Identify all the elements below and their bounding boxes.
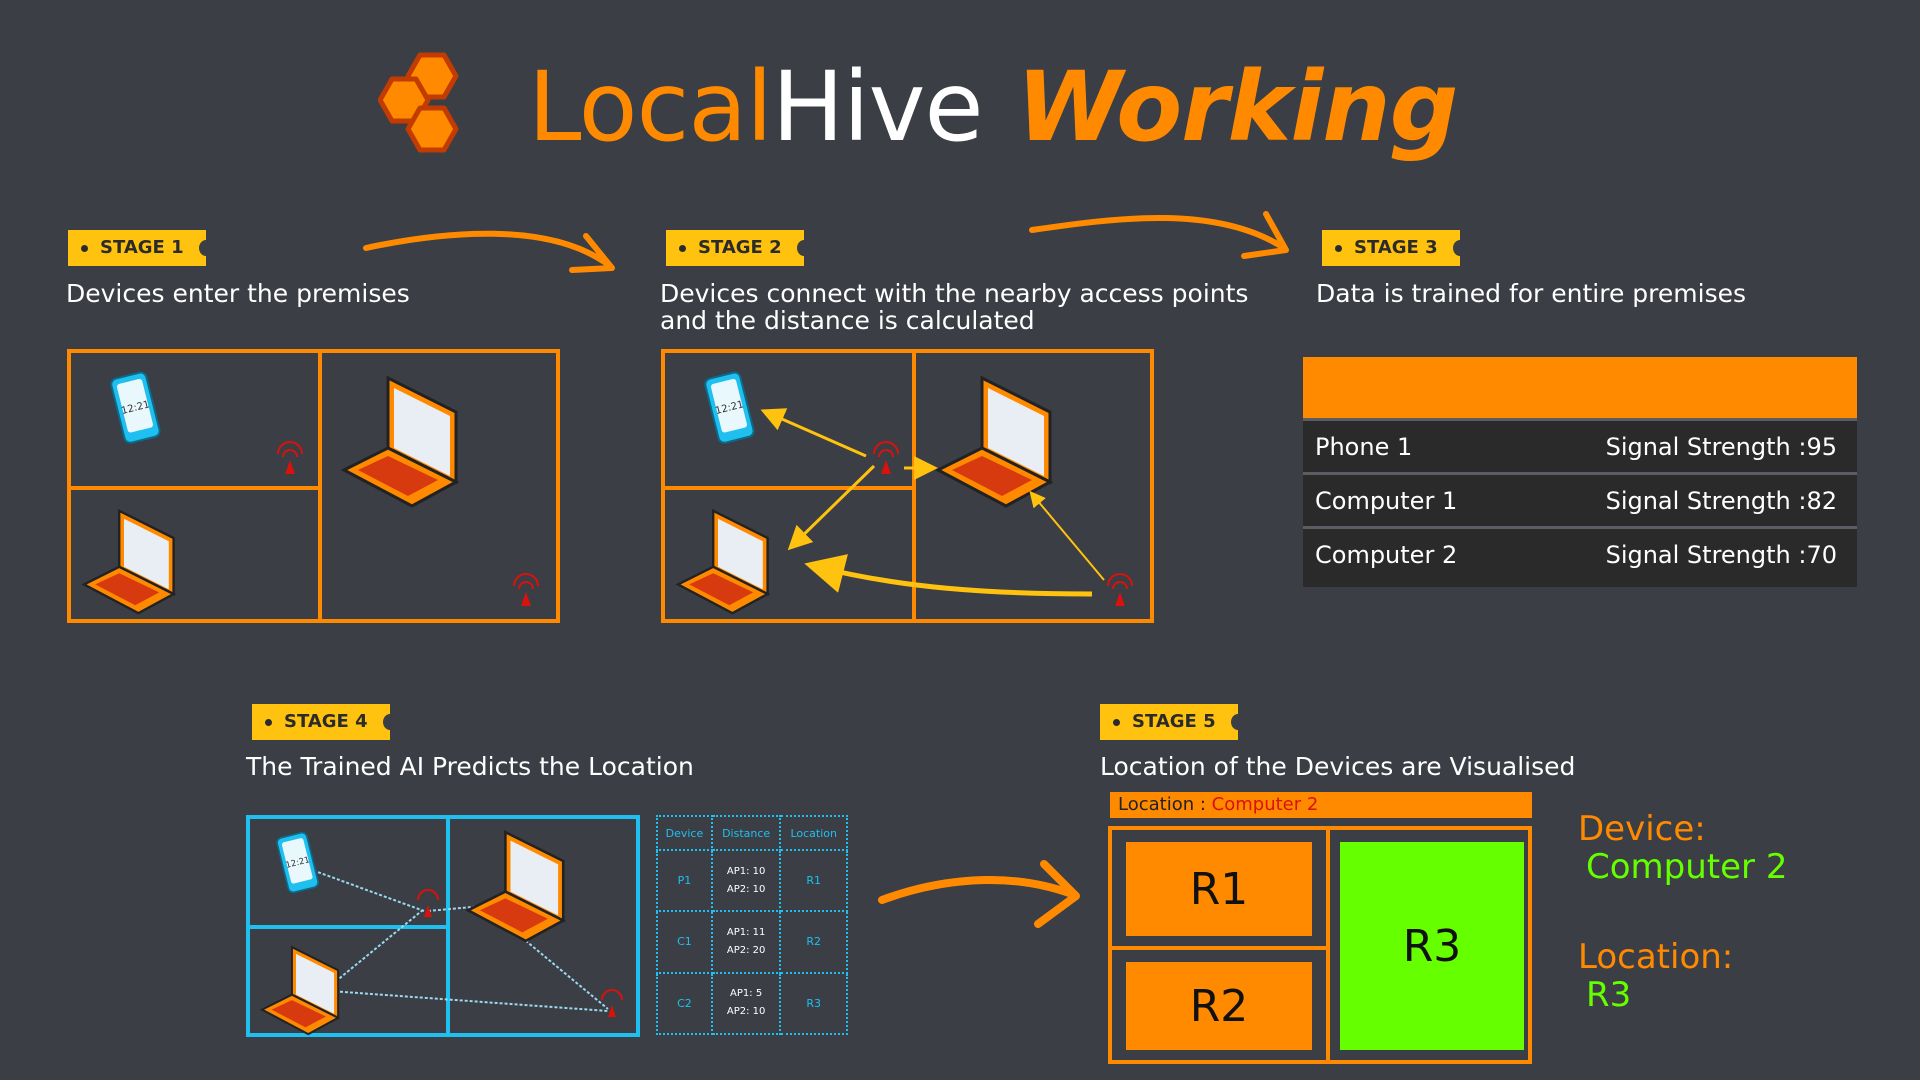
stage-2-floorplan: 12:21	[661, 349, 1154, 623]
table-row: Computer 2 Signal Strength :70	[1303, 526, 1857, 580]
page-title: LocalHive Working	[528, 51, 1459, 163]
table-row: Phone 1 Signal Strength :95	[1303, 418, 1857, 472]
table-row: Computer 1 Signal Strength :82	[1303, 472, 1857, 526]
signal-value: Signal Strength :95	[1605, 432, 1837, 461]
access-point-icon	[513, 573, 539, 606]
distance-ap1: AP1: 10	[726, 865, 766, 877]
hive-logo-icon	[378, 52, 459, 153]
signal-value: Signal Strength :70	[1605, 540, 1837, 569]
phone-icon: 12:21	[704, 371, 755, 444]
device-cell: C2	[656, 971, 713, 1036]
arrow-icon	[363, 230, 615, 273]
distance-ap2: AP2: 10	[726, 1006, 766, 1018]
device-info: Device: Computer 2	[1578, 810, 1787, 886]
laptop-icon	[81, 508, 177, 615]
distance-ap2: AP2: 20	[726, 944, 766, 956]
room-r3: R3	[1340, 842, 1524, 1050]
laptop-icon	[259, 945, 341, 1036]
distance-cell: AP1: 10 AP2: 10	[710, 848, 782, 913]
stage-4-badge: STAGE 4	[252, 704, 397, 740]
distance-ap1: AP1: 5	[730, 988, 763, 1000]
distance-cell: AP1: 11 AP2: 20	[710, 910, 782, 974]
stage-2-description-line2: and the distance is calculated	[660, 306, 1035, 335]
location-value: R3	[1586, 975, 1632, 1015]
stage-4-floorplan: 12:21	[246, 815, 640, 1037]
device-name: Computer 2	[1315, 540, 1458, 569]
location-cell: R1	[779, 848, 848, 913]
location-cell: R2	[779, 910, 848, 974]
access-point-icon	[601, 989, 623, 1017]
stage-2-description: Devices connect with the nearby access p…	[660, 279, 1249, 308]
column-header: Distance	[710, 815, 782, 851]
laptop-icon	[934, 375, 1054, 508]
device-name: Computer 1	[1315, 486, 1458, 515]
stage-4-description: The Trained AI Predicts the Location	[246, 752, 694, 781]
device-value: Computer 2	[1586, 847, 1788, 887]
location-info: Location: R3	[1578, 938, 1733, 1014]
table-row: P1 AP1: 10 AP2: 10 R1	[656, 848, 848, 913]
distance-ap1: AP1: 11	[726, 926, 766, 938]
stage-3-badge: STAGE 3	[1322, 230, 1467, 266]
signal-strength-table: Phone 1 Signal Strength :95 Computer 1 S…	[1303, 357, 1857, 587]
phone-icon: 12:21	[276, 831, 320, 894]
stage-1-description: Devices enter the premises	[66, 279, 410, 308]
stage-1-floorplan: 12:21	[67, 349, 560, 623]
distance-cell: AP1: 5 AP2: 10	[710, 971, 782, 1036]
access-point-icon	[873, 441, 899, 474]
stage-1-badge: STAGE 1	[68, 230, 213, 266]
location-bar-value: Computer 2	[1211, 794, 1319, 815]
title-working: Working	[1016, 51, 1459, 163]
laptop-icon	[675, 508, 771, 615]
stage-2-badge: STAGE 2	[666, 230, 811, 266]
laptop-icon	[340, 375, 460, 508]
device-cell: C1	[656, 910, 713, 974]
table-row: C1 AP1: 11 AP2: 20 R2	[656, 910, 848, 974]
room-map: R1 R2 R3	[1108, 826, 1532, 1064]
room-divider	[1112, 946, 1326, 950]
stage-5-description: Location of the Devices are Visualised	[1100, 752, 1576, 781]
access-point-icon	[277, 441, 303, 474]
device-label: Device:	[1578, 809, 1706, 849]
location-bar-label: Location :	[1118, 794, 1206, 815]
arrow-icon	[878, 860, 1080, 928]
location-cell: R3	[779, 971, 848, 1036]
device-cell: P1	[656, 848, 713, 913]
prediction-table: Device Distance Location P1 AP1: 10 AP2: …	[656, 815, 848, 1036]
title-hive: Hive	[771, 51, 984, 163]
signal-value: Signal Strength :82	[1605, 486, 1837, 515]
phone-icon: 12:21	[110, 371, 161, 444]
laptop-icon	[465, 830, 566, 943]
room-r1: R1	[1126, 842, 1312, 936]
room-divider	[1326, 830, 1330, 1060]
title-local: Local	[528, 51, 773, 163]
arrow-icon	[1029, 211, 1289, 259]
column-header: Device	[656, 815, 713, 851]
stage-3-description: Data is trained for entire premises	[1316, 279, 1747, 308]
room-r2: R2	[1126, 962, 1312, 1050]
location-label: Location:	[1578, 937, 1734, 977]
access-point-icon	[417, 889, 439, 917]
location-bar: Location : Computer 2	[1110, 792, 1532, 818]
stage-5-badge: STAGE 5	[1100, 704, 1245, 740]
device-name: Phone 1	[1315, 432, 1413, 461]
distance-ap2: AP2: 10	[726, 883, 766, 895]
column-header: Location	[779, 815, 848, 851]
table-header-bar	[1303, 357, 1857, 418]
access-point-icon	[1107, 573, 1133, 606]
table-row: C2 AP1: 5 AP2: 10 R3	[656, 971, 848, 1036]
